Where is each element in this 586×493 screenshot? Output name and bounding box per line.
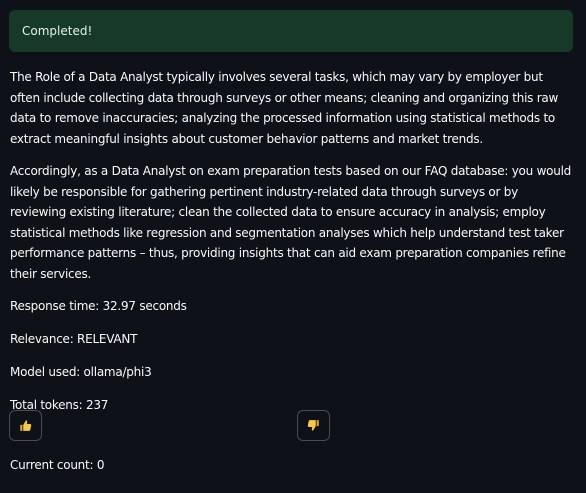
model-used-text: Model used: ollama/phi3 [10,365,152,379]
current-count-text: Current count: 0 [10,458,105,472]
answer-paragraph-2: Accordingly, as a Data Analyst on exam p… [10,164,572,281]
app-page: Completed! The Role of a Data Analyst ty… [0,0,586,493]
success-message: Completed! [22,24,93,38]
total-tokens-text: Total tokens: 237 [10,398,109,412]
thumbs-up-icon [20,420,32,431]
answer-paragraph-1: The Role of a Data Analyst typically inv… [10,70,559,146]
answer-content: The Role of a Data Analyst typically inv… [10,67,574,428]
thumbs-down-button[interactable] [297,410,330,441]
thumbs-down-icon [307,420,319,431]
thumbs-up-button[interactable] [9,410,42,441]
response-time-text: Response time: 32.97 seconds [10,299,187,313]
success-alert: Completed! [9,10,573,52]
relevance-text: Relevance: RELEVANT [10,332,138,346]
